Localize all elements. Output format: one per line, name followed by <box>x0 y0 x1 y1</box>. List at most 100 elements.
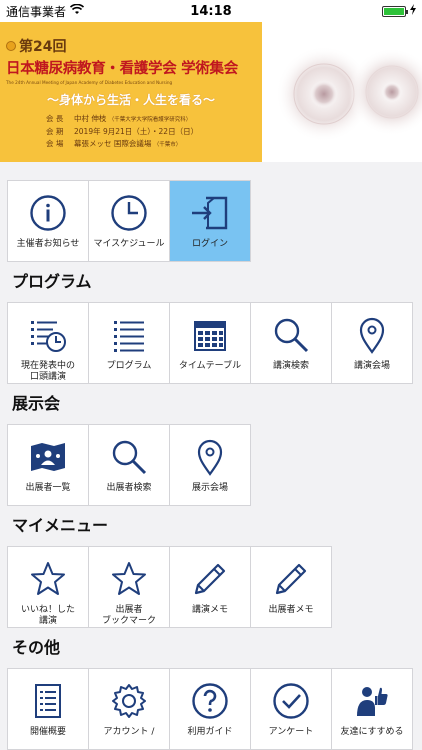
tile-exhibitor-notes[interactable]: 出展者メモ <box>250 546 332 628</box>
other-section: その他 開催概要 アカウント / 利用ガイド アンケート 友達にすすめる <box>0 628 422 750</box>
tile-user-guide[interactable]: 利用ガイド <box>169 668 251 750</box>
tile-talk-search[interactable]: 講演検索 <box>250 302 332 384</box>
section-title-program: プログラム <box>12 272 92 291</box>
tile-label: 講演検索 <box>272 361 309 371</box>
recommend-icon <box>353 681 391 721</box>
venue-value: 幕張メッセ 国際会議場 <box>74 139 152 148</box>
section-title-other: その他 <box>12 638 61 657</box>
conference-title: 日本糖尿病教育・看護学会 学術集会 <box>6 61 238 77</box>
tile-account[interactable]: アカウント / <box>88 668 170 750</box>
battery-icon <box>382 5 408 17</box>
check-circle-icon <box>272 681 310 721</box>
tile-liked-talks[interactable]: いいね！した 講演 <box>7 546 89 628</box>
location-pin-icon <box>353 315 391 355</box>
program-section: プログラム 現在発表中の 口頭講演 プログラム タイムテーブル 講演検索 講演会… <box>0 262 422 384</box>
tile-label: 友達にすすめる <box>340 727 404 737</box>
conference-theme: ～身体から生活・人生を看る～ <box>46 93 215 107</box>
edition-mark-icon <box>6 41 16 51</box>
tile-login[interactable]: ログイン <box>169 180 251 262</box>
tile-event-overview[interactable]: 開催概要 <box>7 668 89 750</box>
section-title-my-menu: マイメニュー <box>12 516 109 535</box>
booth-icon <box>28 437 68 477</box>
date-key: 会 期 <box>46 127 64 136</box>
search-icon <box>272 315 310 355</box>
chair-key: 会 長 <box>46 114 64 123</box>
exhibition-grid: 出展者一覧 出展者検索 展示会場 <box>7 424 415 506</box>
login-icon <box>190 193 230 233</box>
tile-label: いいね！した 講演 <box>20 605 75 626</box>
date-value: 2019年 9月21日（土）・22日（日） <box>74 127 199 136</box>
info-date: 会 期 2019年 9月21日（土）・22日（日） <box>46 126 256 138</box>
venue-note: （千葉市） <box>153 142 182 148</box>
tile-label: ログイン <box>191 239 228 249</box>
banner-text-block: 第24回 日本糖尿病教育・看護学会 学術集会 The 24th Annual M… <box>0 22 262 162</box>
star-icon <box>110 559 148 599</box>
tile-exhibitor-list[interactable]: 出展者一覧 <box>7 424 89 506</box>
tile-program[interactable]: プログラム <box>88 302 170 384</box>
tile-recommend[interactable]: 友達にすすめる <box>331 668 413 750</box>
clock-icon <box>110 193 148 233</box>
tile-label: 現在発表中の 口頭講演 <box>20 361 75 382</box>
tile-label: 主催者お知らせ <box>16 239 80 249</box>
my-menu-section: マイメニュー いいね！した 講演 出展者 ブックマーク 講演メモ 出展者メモ <box>0 506 422 628</box>
carrier-group: 通信事業者 <box>6 3 85 20</box>
pencil-icon <box>191 559 229 599</box>
tile-label: 講演会場 <box>353 361 390 371</box>
conference-title-en: The 24th Annual Meeting of Japan Academy… <box>6 80 173 85</box>
quick-menu-section: 主催者お知らせ マイスケジュール ログイン <box>0 162 422 262</box>
status-bar: 通信事業者 14:18 <box>0 0 422 22</box>
tile-label: 出展者一覧 <box>25 483 71 493</box>
banner-graphic <box>262 22 422 162</box>
banner-edition: 第24回 <box>6 36 256 56</box>
tile-label: 利用ガイド <box>187 727 233 737</box>
tile-talk-notes[interactable]: 講演メモ <box>169 546 251 628</box>
conference-info: 会 長 中村 伸枝 （千葉大学大学院看護学研究科） 会 期 2019年 9月21日（… <box>46 113 256 151</box>
status-right <box>382 4 416 18</box>
tile-label: 出展者 ブックマーク <box>101 605 156 626</box>
info-venue: 会 場 幕張メッセ 国際会議場 （千葉市） <box>46 138 256 151</box>
tile-current-talks[interactable]: 現在発表中の 口頭講演 <box>7 302 89 384</box>
tile-label: プログラム <box>106 361 152 371</box>
tile-label: タイムテーブル <box>178 361 242 371</box>
carrier-name: 通信事業者 <box>6 4 67 19</box>
star-icon <box>29 559 67 599</box>
tile-label: 展示会場 <box>191 483 228 493</box>
chair-value: 中村 伸枝 <box>74 114 107 123</box>
tile-label: 出展者メモ <box>268 605 314 615</box>
chair-note: （千葉大学大学院看護学研究科） <box>108 117 192 123</box>
program-grid: 現在発表中の 口頭講演 プログラム タイムテーブル 講演検索 講演会場 <box>7 302 415 384</box>
tile-timetable[interactable]: タイムテーブル <box>169 302 251 384</box>
calendar-icon <box>191 315 229 355</box>
tile-talk-venue[interactable]: 講演会場 <box>331 302 413 384</box>
charging-icon <box>410 4 416 18</box>
tile-label: アンケート <box>268 727 314 737</box>
tile-label: 開催概要 <box>29 727 66 737</box>
tile-survey[interactable]: アンケート <box>250 668 332 750</box>
tile-label: 出展者検索 <box>106 483 152 493</box>
info-chair: 会 長 中村 伸枝 （千葉大学大学院看護学研究科） <box>46 113 256 126</box>
exhibition-section: 展示会 出展者一覧 出展者検索 展示会場 <box>0 384 422 506</box>
search-icon <box>110 437 148 477</box>
wifi-icon <box>69 3 85 18</box>
my-menu-grid: いいね！した 講演 出展者 ブックマーク 講演メモ 出展者メモ <box>7 546 415 628</box>
tile-my-schedule[interactable]: マイスケジュール <box>88 180 170 262</box>
tile-exhibitor-search[interactable]: 出展者検索 <box>88 424 170 506</box>
edition-label: 第24回 <box>19 39 67 55</box>
list-clock-icon <box>28 315 68 355</box>
tile-label: 講演メモ <box>191 605 228 615</box>
section-title-exhibition: 展示会 <box>12 394 61 413</box>
venue-key: 会 場 <box>46 139 64 148</box>
tile-exhibition-venue[interactable]: 展示会場 <box>169 424 251 506</box>
tile-exhibitor-bookmarks[interactable]: 出展者 ブックマーク <box>88 546 170 628</box>
document-icon <box>29 681 67 721</box>
tile-label: アカウント / <box>103 727 155 737</box>
other-grid: 開催概要 アカウント / 利用ガイド アンケート 友達にすすめる <box>7 668 415 750</box>
pencil-icon <box>272 559 310 599</box>
location-pin-icon <box>191 437 229 477</box>
help-icon <box>191 681 229 721</box>
tile-organizer-news[interactable]: 主催者お知らせ <box>7 180 89 262</box>
quick-menu-grid: 主催者お知らせ マイスケジュール ログイン <box>7 180 415 262</box>
info-icon <box>29 193 67 233</box>
gear-icon <box>110 681 148 721</box>
conference-banner[interactable]: 第24回 日本糖尿病教育・看護学会 学術集会 The 24th Annual M… <box>0 22 422 162</box>
